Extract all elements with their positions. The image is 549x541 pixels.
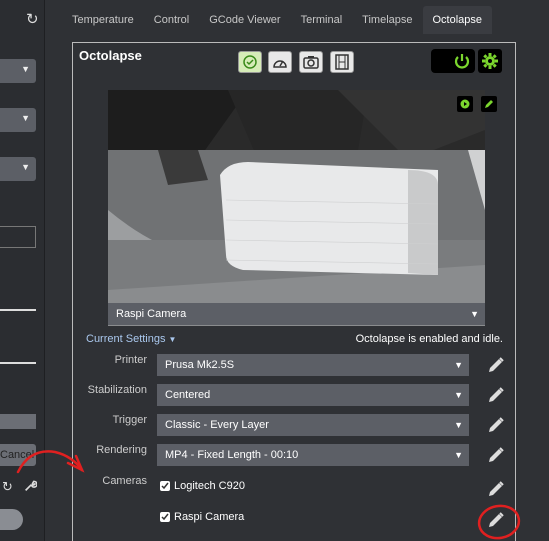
play-icon [460, 99, 470, 109]
camera-checkbox-raspi[interactable]: Raspi Camera [160, 511, 244, 523]
caret-down-icon: ▼ [470, 309, 479, 319]
stabilization-select[interactable]: Centered ▼ [157, 384, 469, 406]
camera-edit-button[interactable] [481, 96, 497, 112]
sidebar-progress [0, 414, 36, 429]
power-toggle[interactable] [431, 49, 475, 73]
refresh-icon[interactable]: ↻ [26, 10, 39, 28]
rendering-select[interactable]: MP4 - Fixed Length - 00:10 ▼ [157, 444, 469, 466]
rendering-value: MP4 - Fixed Length - 00:10 [165, 449, 299, 461]
status-text: Octolapse is enabled and idle. [355, 333, 503, 345]
tab-octolapse[interactable]: Octolapse [422, 6, 493, 34]
pencil-icon [485, 100, 493, 108]
trigger-select[interactable]: Classic - Every Layer ▼ [157, 414, 469, 436]
gauge-icon [273, 60, 287, 68]
printer-select[interactable]: Prusa Mk2.5S ▼ [157, 354, 469, 376]
caret-down-icon: ▼ [454, 360, 463, 370]
sidebar-toggle[interactable] [0, 509, 23, 530]
sidebar-tools: ↻ [0, 479, 45, 497]
pencil-icon [489, 387, 504, 402]
check-circle-icon [243, 55, 257, 69]
camera-icon [303, 56, 319, 69]
panel-title: Octolapse [79, 48, 142, 63]
pencil-icon [489, 357, 504, 372]
camera-checkbox-logitech[interactable]: Logitech C920 [160, 480, 245, 492]
cameras-label: Cameras [102, 475, 147, 487]
camera-name: Logitech C920 [174, 480, 245, 492]
tab-gcode-viewer[interactable]: GCode Viewer [199, 6, 290, 34]
tab-temperature[interactable]: Temperature [62, 6, 144, 34]
current-settings-label: Current Settings [86, 333, 166, 345]
tab-terminal[interactable]: Terminal [291, 6, 353, 34]
rendering-label: Rendering [96, 444, 147, 456]
caret-down-icon: ▼ [454, 450, 463, 460]
camera-name: Raspi Camera [174, 511, 245, 523]
wrench-icon[interactable] [24, 479, 38, 495]
trigger-value: Classic - Every Layer [165, 419, 269, 431]
left-sidebar: ↻ ▼ ▼ ▼ Cancel ↻ [0, 0, 45, 541]
tab-bar: Temperature Control GCode Viewer Termina… [62, 6, 493, 34]
power-icon [454, 54, 470, 69]
current-settings-toggle[interactable]: Current Settings ▼ [86, 333, 176, 345]
edit-printer-button[interactable] [485, 354, 507, 376]
caret-down-icon: ▼ [21, 113, 30, 123]
printer-label: Printer [114, 354, 147, 366]
checkbox-checked-icon [160, 512, 170, 522]
edit-stabilization-button[interactable] [485, 384, 507, 406]
refresh-icon[interactable]: ↻ [2, 479, 13, 495]
pencil-icon [489, 417, 504, 432]
caret-down-icon: ▼ [21, 64, 30, 74]
play-button[interactable] [457, 96, 473, 112]
printer-value: Prusa Mk2.5S [165, 359, 235, 371]
stabilization-value: Centered [165, 389, 211, 401]
caret-down-icon: ▼ [454, 420, 463, 430]
edit-rendering-button[interactable] [485, 444, 507, 466]
dashboard-button[interactable] [268, 51, 292, 73]
caret-down-icon: ▼ [21, 162, 30, 172]
timelapse-video-button[interactable] [330, 51, 354, 73]
caret-down-icon: ▼ [168, 335, 177, 344]
sidebar-select-3[interactable]: ▼ [0, 157, 36, 181]
camera-select-label: Raspi Camera [116, 308, 187, 320]
pencil-icon [489, 481, 504, 496]
sidebar-input[interactable] [0, 226, 36, 248]
edit-trigger-button[interactable] [485, 414, 507, 436]
edit-camera-logitech-button[interactable] [485, 478, 507, 500]
camera-select[interactable]: Raspi Camera ▼ [108, 303, 485, 325]
sidebar-divider [0, 362, 36, 364]
tab-timelapse[interactable]: Timelapse [352, 6, 422, 34]
settings-button[interactable] [478, 49, 502, 73]
sidebar-divider [0, 309, 36, 311]
trigger-label: Trigger [112, 414, 147, 426]
caret-down-icon: ▼ [454, 390, 463, 400]
snapshot-button[interactable] [299, 51, 323, 73]
stabilization-label: Stabilization [87, 384, 147, 396]
status-check-button[interactable] [238, 51, 262, 73]
sidebar-select-1[interactable]: ▼ [0, 59, 36, 83]
checkbox-checked-icon [160, 481, 170, 491]
tab-control[interactable]: Control [144, 6, 199, 34]
film-icon [335, 54, 349, 70]
edit-camera-raspi-button[interactable] [485, 509, 507, 531]
pencil-icon [489, 512, 504, 527]
pencil-icon [489, 447, 504, 462]
gear-icon [482, 53, 498, 69]
sidebar-select-2[interactable]: ▼ [0, 108, 36, 132]
octolapse-panel: Octolapse Raspi Camera ▼ Current Setting… [72, 42, 516, 541]
camera-preview [108, 90, 485, 326]
cancel-button[interactable]: Cancel [0, 444, 36, 466]
